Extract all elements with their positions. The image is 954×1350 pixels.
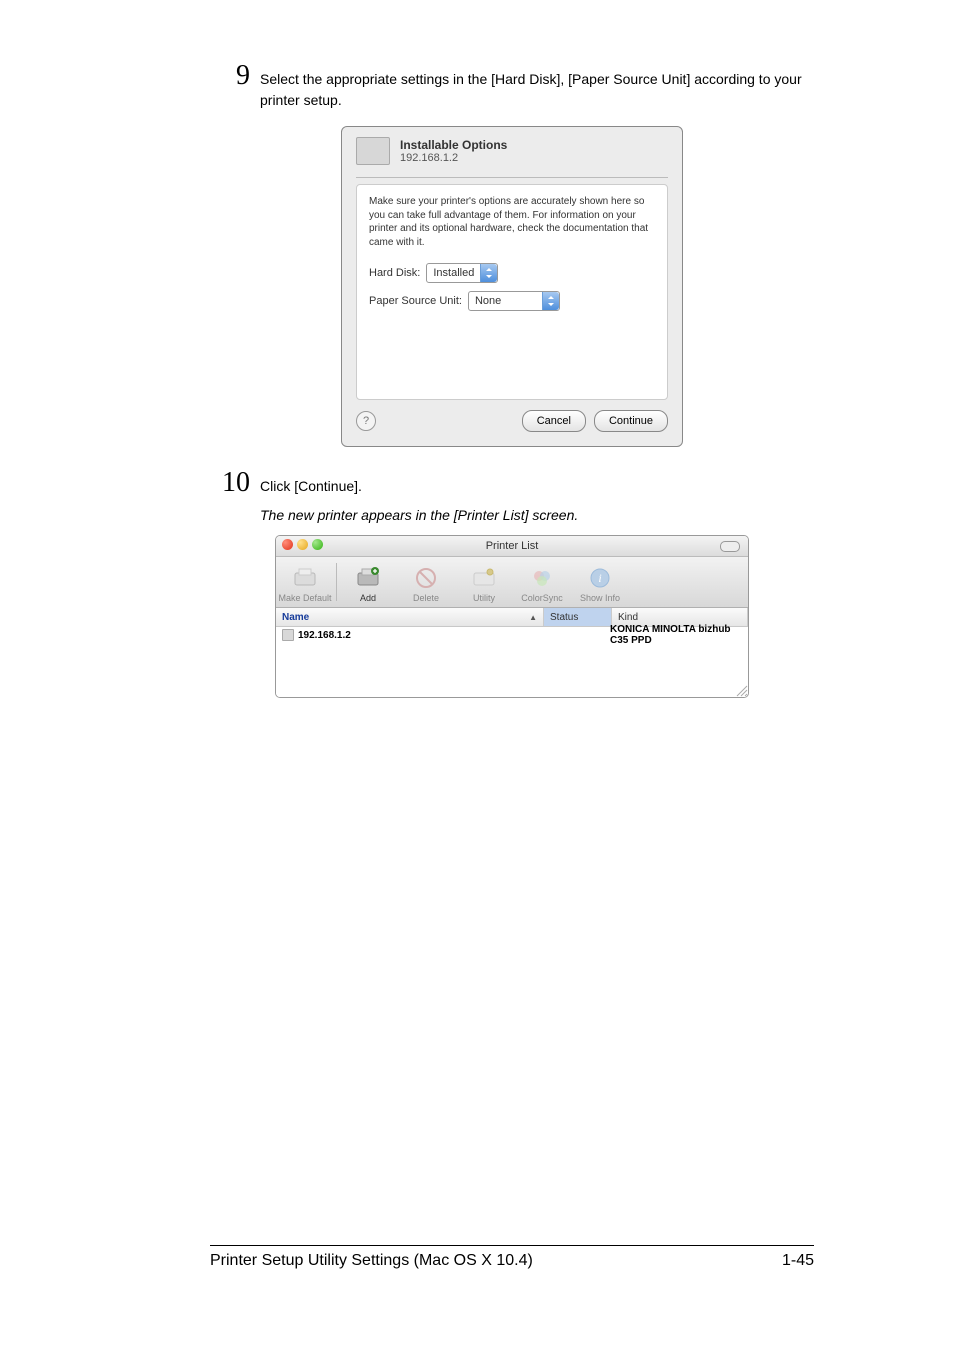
- cancel-button[interactable]: Cancel: [522, 410, 586, 432]
- minimize-icon[interactable]: [297, 539, 308, 550]
- col-name[interactable]: Name▲: [276, 608, 544, 626]
- row-kind-cell: KONICA MINOLTA bizhub C35 PPD: [604, 624, 748, 646]
- hard-disk-label: Hard Disk:: [369, 267, 420, 279]
- dialog-description: Make sure your printer's options are acc…: [369, 195, 655, 249]
- colorsync-button[interactable]: ColorSync: [513, 557, 571, 607]
- step-10: 10 Click [Continue].: [210, 467, 814, 499]
- printer-list-window: Printer List Make Default Add Delete Uti…: [275, 535, 749, 698]
- row-name-cell: 192.168.1.2: [276, 629, 543, 641]
- printer-add-icon: [354, 565, 382, 591]
- col-status[interactable]: Status: [544, 608, 612, 626]
- traffic-lights: [282, 539, 323, 550]
- toolbar: Make Default Add Delete Utility ColorSyn…: [276, 557, 748, 608]
- window-titlebar: Printer List: [276, 536, 748, 557]
- printer-icon: [356, 137, 390, 165]
- paper-source-label: Paper Source Unit:: [369, 295, 462, 307]
- step-number: 9: [210, 60, 250, 92]
- divider: [356, 177, 668, 178]
- window-title: Printer List: [486, 540, 539, 552]
- dialog-ip: 192.168.1.2: [400, 152, 507, 164]
- delete-button[interactable]: Delete: [397, 557, 455, 607]
- hard-disk-select[interactable]: Installed: [426, 263, 498, 283]
- step-number: 10: [210, 467, 250, 499]
- table-row[interactable]: 192.168.1.2 KONICA MINOLTA bizhub C35 PP…: [276, 627, 748, 643]
- showinfo-button[interactable]: i Show Info: [571, 557, 629, 607]
- paper-source-value: None: [469, 295, 542, 307]
- printer-icon: [282, 629, 294, 641]
- dialog-header: Installable Options 192.168.1.2: [342, 127, 682, 171]
- step-text: Select the appropriate settings in the […: [260, 69, 814, 111]
- footer-title: Printer Setup Utility Settings (Mac OS X…: [210, 1252, 533, 1270]
- hard-disk-value: Installed: [427, 267, 480, 279]
- dialog-body: Make sure your printer's options are acc…: [356, 184, 668, 400]
- close-icon[interactable]: [282, 539, 293, 550]
- footer-rule: [210, 1245, 814, 1246]
- utility-button[interactable]: Utility: [455, 557, 513, 607]
- colorsync-icon: [528, 565, 556, 591]
- toolbar-toggle-icon[interactable]: [720, 541, 740, 552]
- utility-icon: [470, 565, 498, 591]
- page-footer: Printer Setup Utility Settings (Mac OS X…: [210, 1245, 814, 1270]
- paper-source-select[interactable]: None: [468, 291, 560, 311]
- zoom-icon[interactable]: [312, 539, 323, 550]
- help-button[interactable]: ?: [356, 411, 376, 431]
- make-default-button[interactable]: Make Default: [276, 557, 334, 607]
- delete-icon: [412, 565, 440, 591]
- add-button[interactable]: Add: [339, 557, 397, 607]
- chevron-updown-icon: [542, 292, 559, 310]
- page-number: 1-45: [782, 1252, 814, 1270]
- hard-disk-row: Hard Disk: Installed: [369, 263, 655, 283]
- list-rows: 192.168.1.2 KONICA MINOLTA bizhub C35 PP…: [276, 627, 748, 697]
- separator: [336, 563, 337, 601]
- sort-asc-icon: ▲: [529, 613, 537, 622]
- paper-source-row: Paper Source Unit: None: [369, 291, 655, 311]
- dialog-footer: ? Cancel Continue: [342, 400, 682, 446]
- step-text: Click [Continue].: [260, 476, 814, 497]
- svg-text:i: i: [598, 571, 601, 585]
- dialog-title: Installable Options: [400, 138, 507, 152]
- installable-options-dialog: Installable Options 192.168.1.2 Make sur…: [341, 126, 683, 447]
- continue-button[interactable]: Continue: [594, 410, 668, 432]
- chevron-updown-icon: [480, 264, 497, 282]
- step-9: 9 Select the appropriate settings in the…: [210, 60, 814, 111]
- step-10-result: The new printer appears in the [Printer …: [260, 507, 814, 523]
- printer-icon: [291, 565, 319, 591]
- page: 9 Select the appropriate settings in the…: [0, 0, 954, 1350]
- info-icon: i: [586, 565, 614, 591]
- resize-handle-icon[interactable]: [734, 683, 748, 697]
